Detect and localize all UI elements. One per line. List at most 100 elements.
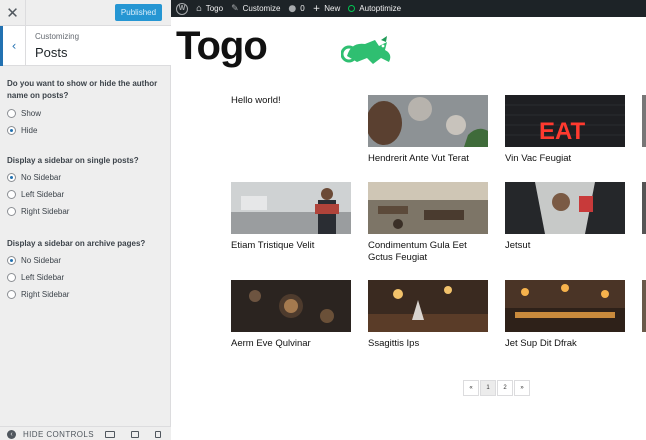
chevron-left-icon: ‹ <box>11 39 17 53</box>
radio-button[interactable] <box>7 273 16 282</box>
post-card[interactable]: Hello world! <box>231 95 351 107</box>
post-card[interactable]: Hendrerit Ante Vut Terat <box>368 95 488 165</box>
status-dot-icon <box>348 5 356 12</box>
adminbar-customize[interactable]: ✎ Customize <box>231 0 280 17</box>
close-icon[interactable]: ✕ <box>0 0 26 26</box>
panel-footer: ‹ HIDE CONTROLS <box>0 426 171 440</box>
page-1-button[interactable]: 1 <box>480 380 496 396</box>
collapse-icon[interactable]: ‹ <box>7 430 16 439</box>
radio-button[interactable] <box>7 126 16 135</box>
radio-button[interactable] <box>7 109 16 118</box>
option-label: Right Sidebar <box>21 207 70 216</box>
post-thumbnail[interactable] <box>505 280 625 332</box>
option-label: No Sidebar <box>21 256 62 265</box>
adminbar-autoptimize[interactable]: Autoptimize <box>348 0 401 17</box>
post-card[interactable]: EAT Vin Vac Feugiat <box>505 95 625 165</box>
post-card[interactable]: Jetsut <box>505 182 625 252</box>
option-hide[interactable]: Hide <box>7 122 167 139</box>
radio-button[interactable] <box>7 190 16 199</box>
autoptimize-label: Autoptimize <box>359 4 402 13</box>
plus-icon: + <box>312 3 321 14</box>
hide-controls-button[interactable]: HIDE CONTROLS <box>23 430 94 439</box>
desktop-preview-icon[interactable] <box>105 431 115 438</box>
prev-page-button[interactable]: « <box>463 380 479 396</box>
adminbar-comments[interactable]: ● 0 <box>288 0 304 17</box>
option-no-sidebar[interactable]: No Sidebar <box>7 169 167 186</box>
tablet-preview-icon[interactable] <box>131 431 139 438</box>
post-card[interactable]: Condimentum Gula Eet Gctus Feugiat <box>368 182 488 264</box>
dragon-logo-icon <box>341 36 391 64</box>
post-title[interactable]: Jetsut <box>505 240 625 252</box>
post-thumbnail[interactable] <box>368 95 488 147</box>
author-name-control: Do you want to show or hide the author n… <box>7 78 167 139</box>
post-thumbnail[interactable] <box>368 182 488 234</box>
comment-count: 0 <box>300 4 305 13</box>
option-left-sidebar[interactable]: Left Sidebar <box>7 269 167 286</box>
radio-button[interactable] <box>7 256 16 265</box>
control-label: Do you want to show or hide the author n… <box>7 79 158 100</box>
post-card[interactable]: Ssagittis Ips <box>368 280 488 350</box>
new-label: New <box>324 4 341 13</box>
post-title[interactable]: Condimentum Gula Eet Gctus Feugiat <box>368 240 488 264</box>
archive-sidebar-control: Display a sidebar on archive pages? No S… <box>7 238 167 303</box>
wordpress-logo-icon[interactable]: W <box>176 2 188 15</box>
adminbar-new[interactable]: + New <box>313 0 341 17</box>
control-label: Display a sidebar on single posts? <box>7 156 139 165</box>
pagination: « 1 2 » <box>463 380 531 396</box>
site-name: Togo <box>205 4 224 13</box>
post-thumbnail-clipped <box>642 280 646 332</box>
option-no-sidebar[interactable]: No Sidebar <box>7 252 167 269</box>
post-title[interactable]: Jet Sup Dit Dfrak <box>505 338 625 350</box>
post-thumbnail[interactable]: EAT <box>505 95 625 147</box>
post-title[interactable]: Hendrerit Ante Vut Terat <box>368 153 488 165</box>
post-title[interactable]: Aerm Eve Qulvinar <box>231 338 351 350</box>
section-header: ‹ Customizing Posts <box>0 26 171 66</box>
post-title[interactable]: Etiam Tristique Velit <box>231 240 351 252</box>
site-preview: Togo Hello world! Hendrerit Ante Vut Ter… <box>171 17 646 440</box>
home-icon: ⌂ <box>196 3 202 14</box>
option-label: Hide <box>21 126 38 135</box>
publish-button[interactable]: Published <box>115 4 162 21</box>
customize-label: Customize <box>242 4 281 13</box>
post-title[interactable]: Hello world! <box>231 95 351 107</box>
brush-icon: ✎ <box>231 3 239 14</box>
back-button[interactable]: ‹ <box>0 26 26 66</box>
comment-icon: ● <box>288 3 297 14</box>
breadcrumb: Customizing <box>35 32 80 41</box>
customizer-panel: ✕ Published ‹ Customizing Posts Do you w… <box>0 0 171 440</box>
post-title[interactable]: Ssagittis Ips <box>368 338 488 350</box>
option-label: Show <box>21 109 42 118</box>
option-label: Left Sidebar <box>21 273 65 282</box>
post-thumbnail[interactable] <box>231 182 351 234</box>
option-show[interactable]: Show <box>7 105 167 122</box>
post-thumbnail[interactable] <box>505 182 625 234</box>
post-thumbnail-clipped <box>642 182 646 234</box>
option-right-sidebar[interactable]: Right Sidebar <box>7 286 167 303</box>
option-left-sidebar[interactable]: Left Sidebar <box>7 186 167 203</box>
single-sidebar-control: Display a sidebar on single posts? No Si… <box>7 155 167 220</box>
section-title: Posts <box>35 45 68 60</box>
option-right-sidebar[interactable]: Right Sidebar <box>7 203 167 220</box>
admin-bar: W ⌂ Togo ✎ Customize ● 0 + New Autoptimize <box>171 0 646 17</box>
svg-text:EAT: EAT <box>539 118 586 145</box>
control-label: Display a sidebar on archive pages? <box>7 239 146 248</box>
post-title[interactable]: Vin Vac Feugiat <box>505 153 625 165</box>
radio-button[interactable] <box>7 207 16 216</box>
mobile-preview-icon[interactable] <box>155 431 161 438</box>
post-card[interactable]: Etiam Tristique Velit <box>231 182 351 252</box>
panel-header: ✕ Published <box>0 0 171 26</box>
radio-button[interactable] <box>7 290 16 299</box>
post-card[interactable]: Aerm Eve Qulvinar <box>231 280 351 350</box>
next-page-button[interactable]: » <box>514 380 530 396</box>
radio-button[interactable] <box>7 173 16 182</box>
post-thumbnail[interactable] <box>368 280 488 332</box>
adminbar-site[interactable]: ⌂ Togo <box>196 0 223 17</box>
site-logo[interactable]: Togo <box>176 24 268 69</box>
post-thumbnail-clipped <box>642 95 646 147</box>
option-label: No Sidebar <box>21 173 62 182</box>
page-2-button[interactable]: 2 <box>497 380 513 396</box>
option-label: Right Sidebar <box>21 290 70 299</box>
post-thumbnail[interactable] <box>231 280 351 332</box>
option-label: Left Sidebar <box>21 190 65 199</box>
post-card[interactable]: Jet Sup Dit Dfrak <box>505 280 625 350</box>
